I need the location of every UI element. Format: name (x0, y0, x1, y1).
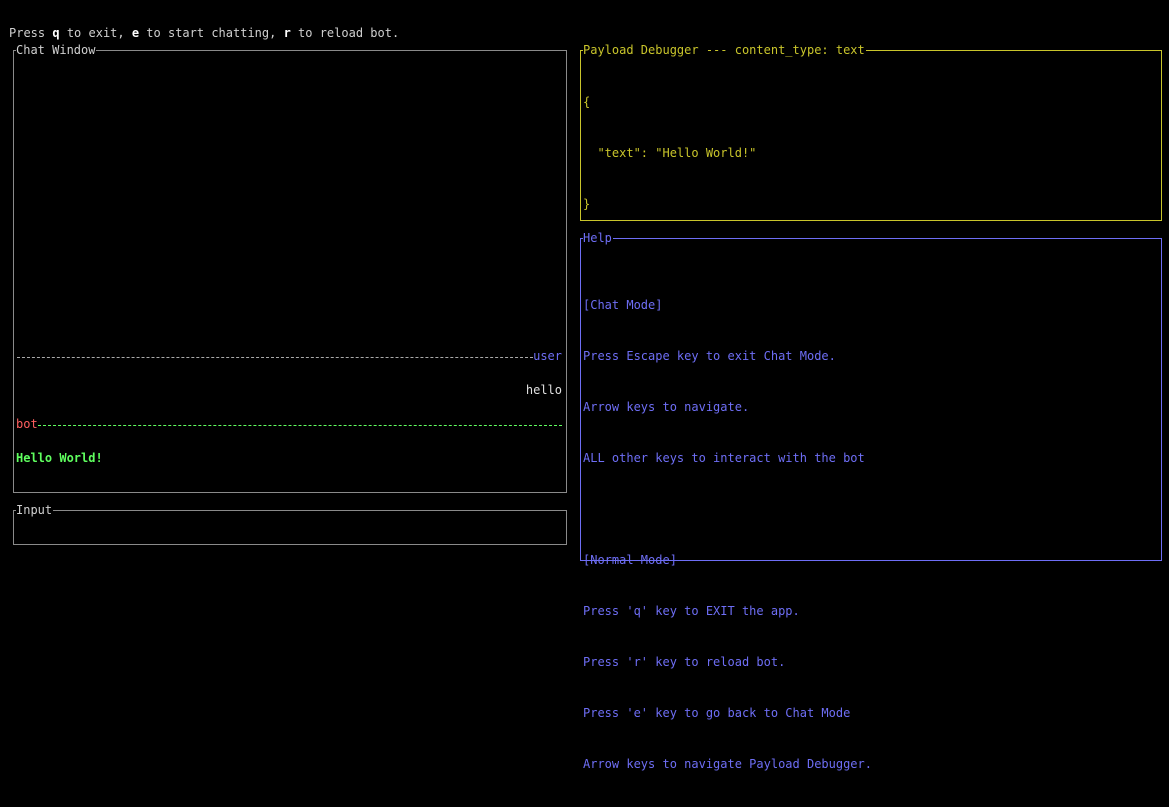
header-text: to exit, (59, 26, 132, 40)
header-text: to start chatting, (139, 26, 284, 40)
help-line (583, 501, 872, 518)
help-line: [Chat Mode] (583, 298, 663, 312)
user-separator (17, 357, 533, 358)
user-message: hello (525, 383, 562, 397)
help-panel: Help [Chat Mode] Press Escape key to exi… (580, 230, 1162, 771)
input-title: Input (16, 502, 54, 519)
bot-message: Hello World! (16, 451, 103, 465)
payload-debugger-title: Payload Debugger --- content_type: text (583, 42, 866, 59)
header-text: Press (9, 26, 53, 40)
header-instructions: Press q to exit, e to start chatting, r … (9, 25, 399, 42)
chat-window-title: Chat Window (16, 42, 97, 59)
payload-json: { "text": "Hello World!" } (583, 60, 756, 247)
payload-line: { (583, 95, 591, 109)
chat-window[interactable]: Chat Window user hello bot Hello World! (13, 42, 567, 493)
help-title: Help (583, 230, 613, 247)
bot-separator (38, 425, 562, 426)
help-line: Press Escape key to exit Chat Mode. (583, 349, 836, 363)
key-q: q (52, 26, 60, 40)
help-line: ALL other keys to interact with the bot (583, 451, 865, 465)
input-box[interactable]: Input (13, 502, 567, 545)
help-line: Press 'r' key to reload bot. (583, 655, 786, 669)
payload-debugger[interactable]: Payload Debugger --- content_type: text … (580, 42, 1162, 221)
payload-line: "text": "Hello World!" (583, 146, 757, 160)
header-text: to reload bot. (290, 26, 400, 40)
bot-label: bot (16, 417, 38, 431)
key-e: e (131, 26, 140, 40)
help-line: Arrow keys to navigate. (583, 400, 750, 414)
help-line: [Normal Mode] (583, 553, 677, 567)
user-label: user (533, 349, 562, 363)
help-line: Press 'e' key to go back to Chat Mode (583, 706, 851, 720)
key-r: r (283, 26, 291, 40)
help-text: [Chat Mode] Press Escape key to exit Cha… (583, 263, 872, 807)
help-line: Press 'q' key to EXIT the app. (583, 604, 800, 618)
help-line: Arrow keys to navigate Payload Debugger. (583, 757, 872, 771)
payload-line: } (583, 197, 591, 211)
